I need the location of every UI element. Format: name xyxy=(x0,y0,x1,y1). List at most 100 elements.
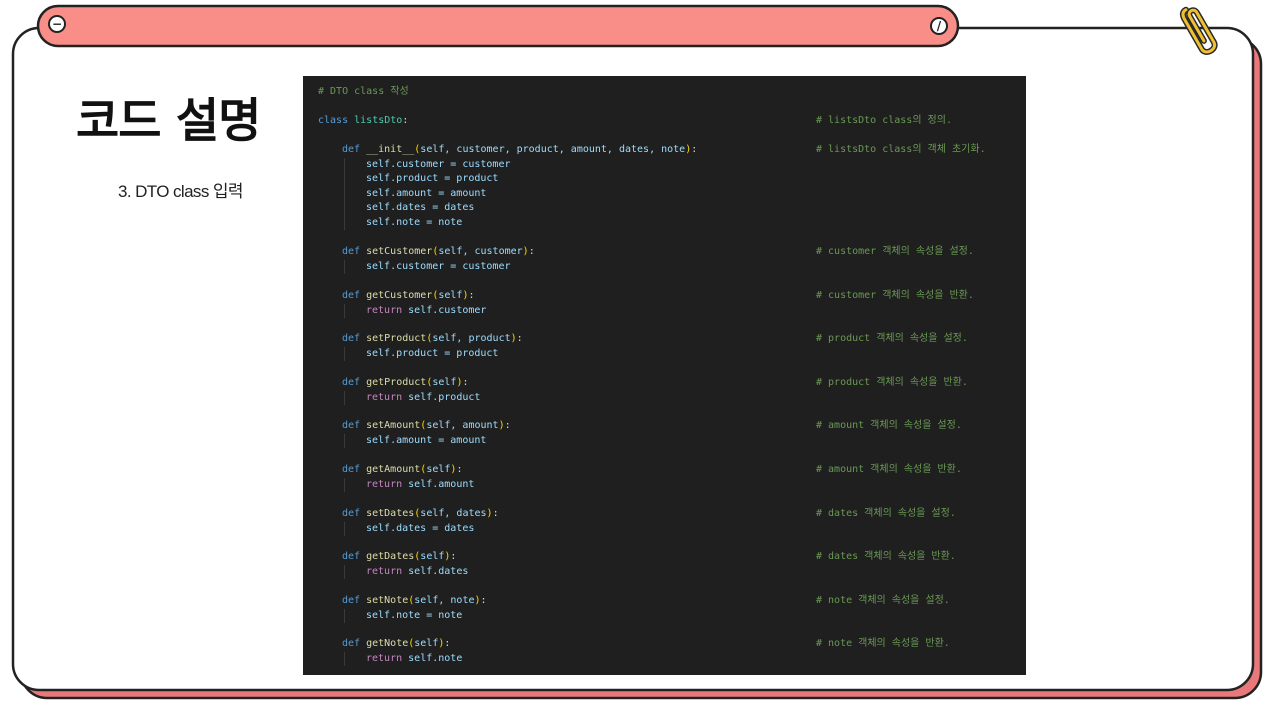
def-keyword: def xyxy=(342,333,361,344)
parameters: self, dates xyxy=(420,508,487,519)
def-keyword: def xyxy=(342,464,361,475)
function-name: getNote xyxy=(366,638,409,649)
def-keyword: def xyxy=(342,508,361,519)
function-name: setNote xyxy=(366,595,409,606)
indent-guide xyxy=(344,478,345,492)
return-keyword: return xyxy=(366,653,403,664)
init-body-line: self.product = product xyxy=(366,173,499,184)
def-keyword: def xyxy=(342,420,361,431)
method-comment: # dates 객체의 속성을 설정. xyxy=(816,508,956,519)
title-bar xyxy=(36,4,960,48)
def-keyword: def xyxy=(342,595,361,606)
return-keyword: return xyxy=(366,392,403,403)
function-name: getDates xyxy=(366,551,415,562)
method-def-line: def setCustomer(self, customer): xyxy=(342,245,535,259)
method-comment: # dates 객체의 속성을 반환. xyxy=(816,551,956,562)
def-keyword: def xyxy=(342,638,361,649)
assignment: self.dates = dates xyxy=(366,523,475,534)
method-def-line: def getCustomer(self): xyxy=(342,289,475,303)
def-keyword: def xyxy=(342,144,361,155)
colon: : xyxy=(450,551,457,562)
assignment: self.amount = amount xyxy=(366,435,487,446)
indent-guide xyxy=(344,652,345,666)
method-def-line: def getProduct(self): xyxy=(342,376,469,390)
colon: : xyxy=(504,420,511,431)
return-value: self.product xyxy=(408,392,481,403)
method-body-line: self.customer = customer xyxy=(366,260,511,274)
parameters: self, amount xyxy=(426,420,499,431)
parameters: self xyxy=(432,377,457,388)
assignment: self.product = product xyxy=(366,348,499,359)
parameters: self xyxy=(438,290,463,301)
return-value: self.amount xyxy=(408,479,475,490)
return-keyword: return xyxy=(366,305,403,316)
method-def-line: def getNote(self): xyxy=(342,637,450,651)
function-name: setCustomer xyxy=(366,246,433,257)
parameters: self, note xyxy=(414,595,475,606)
method-body-line: self.note = note xyxy=(366,609,462,623)
colon: : xyxy=(456,464,463,475)
class-name: listsDto xyxy=(354,115,403,126)
def-keyword: def xyxy=(342,377,361,388)
method-body-line: return self.amount xyxy=(366,478,474,492)
slide-title: 코드 설명 xyxy=(76,94,261,149)
function-name: setProduct xyxy=(366,333,427,344)
init-def-line: def __init__(self, customer, product, am… xyxy=(342,143,697,157)
method-comment: # note 객체의 속성을 반환. xyxy=(816,638,950,649)
method-comment: # amount 객체의 속성을 반환. xyxy=(816,464,962,475)
indent-guide xyxy=(344,158,345,230)
indent-guide xyxy=(344,260,345,274)
function-name: __init__ xyxy=(366,144,415,155)
return-value: self.note xyxy=(408,653,463,664)
function-name: getCustomer xyxy=(366,290,433,301)
indent-guide xyxy=(344,347,345,361)
parameters: self, customer, product, amount, dates, … xyxy=(420,144,686,155)
init-body-line: self.customer = customer xyxy=(366,159,511,170)
def-keyword: def xyxy=(342,290,361,301)
colon: : xyxy=(444,638,451,649)
colon: : xyxy=(528,246,535,257)
def-keyword: def xyxy=(342,551,361,562)
indent-guide xyxy=(344,434,345,448)
method-body-line: return self.product xyxy=(366,391,480,405)
method-def-line: def setProduct(self, product): xyxy=(342,332,523,346)
method-def-line: def getDates(self): xyxy=(342,550,456,564)
method-body-line: self.product = product xyxy=(366,347,498,361)
assignment: self.customer = customer xyxy=(366,261,511,272)
method-comment: # product 객체의 속성을 설정. xyxy=(816,333,968,344)
method-def-line: def setNote(self, note): xyxy=(342,594,487,608)
function-name: setAmount xyxy=(366,420,421,431)
function-name: setDates xyxy=(366,508,415,519)
slide-subtitle: 3. DTO class 입력 xyxy=(118,182,244,201)
method-comment: # note 객체의 속성을 설정. xyxy=(816,595,950,606)
code-class-line: class listsDto: xyxy=(318,114,408,128)
method-body-line: return self.customer xyxy=(366,304,486,318)
parameters: self xyxy=(426,464,451,475)
def-keyword: def xyxy=(342,246,361,257)
method-def-line: def getAmount(self): xyxy=(342,463,462,477)
code-header-comment: # DTO class 작성 xyxy=(318,86,409,97)
return-keyword: return xyxy=(366,479,403,490)
class-keyword: class xyxy=(318,115,349,126)
indent-guide xyxy=(344,304,345,318)
return-value: self.customer xyxy=(408,305,487,316)
method-body-line: return self.dates xyxy=(366,565,468,579)
method-comment: # amount 객체의 속성을 설정. xyxy=(816,420,962,431)
slash-circle-icon: / xyxy=(930,17,948,35)
class-colon: : xyxy=(402,115,409,126)
function-name: getProduct xyxy=(366,377,427,388)
parameters: self xyxy=(420,551,445,562)
colon: : xyxy=(480,595,487,606)
indent-guide xyxy=(344,565,345,579)
init-body-line: self.dates = dates xyxy=(366,202,475,213)
assignment: self.note = note xyxy=(366,610,463,621)
method-body-line: self.amount = amount xyxy=(366,434,486,448)
parameters: self, customer xyxy=(438,246,523,257)
indent-guide xyxy=(344,609,345,623)
indent-guide xyxy=(344,391,345,405)
code-screenshot-panel: # DTO class 작성 class listsDto: # listsDt… xyxy=(303,76,1026,675)
parameters: self, product xyxy=(432,333,511,344)
method-def-line: def setDates(self, dates): xyxy=(342,507,499,521)
method-body-line: self.dates = dates xyxy=(366,522,474,536)
init-body-line: self.note = note xyxy=(366,217,463,228)
